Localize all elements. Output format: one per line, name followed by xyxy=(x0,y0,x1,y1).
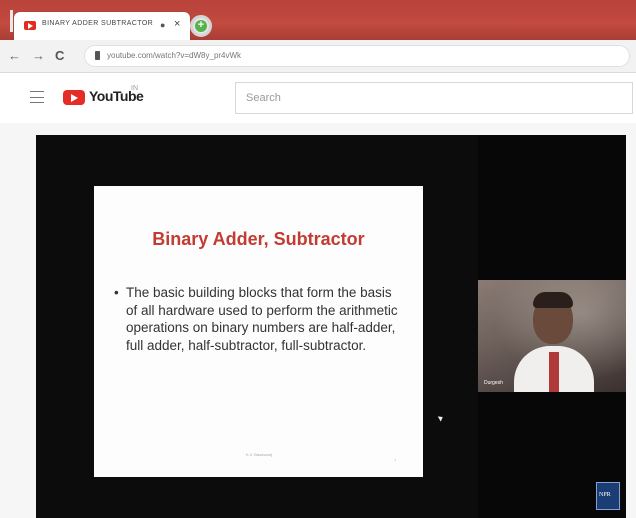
webcam-name-label: Durgesh xyxy=(484,380,503,386)
slide-bullet-text: The basic building blocks that form the … xyxy=(126,285,398,353)
presentation-slide: Binary Adder, Subtractor • The basic bui… xyxy=(94,186,423,477)
browser-toolbar: ← → C youtube.com/watch?v=dW8y_pr4vWk xyxy=(0,40,636,73)
back-arrow-icon[interactable]: ← xyxy=(8,48,21,63)
address-bar[interactable]: youtube.com/watch?v=dW8y_pr4vWk xyxy=(84,45,630,67)
reload-icon[interactable]: C xyxy=(55,48,64,63)
search-input[interactable]: Search xyxy=(235,82,633,114)
channel-logo: NPR xyxy=(596,482,620,510)
lock-icon xyxy=(95,51,100,60)
presenter-tie xyxy=(549,352,559,392)
youtube-favicon-icon xyxy=(24,21,36,30)
audio-dot-icon: ● xyxy=(160,20,166,30)
forward-arrow-icon[interactable]: → xyxy=(32,48,45,63)
browser-tab[interactable]: BINARY ADDER SUBTRACTOR ● × xyxy=(14,12,190,40)
browser-tab-strip: BINARY ADDER SUBTRACTOR ● × + xyxy=(0,0,636,40)
slide-bullet: • The basic building blocks that form th… xyxy=(114,284,406,354)
webcam-overlay: Durgesh xyxy=(478,280,626,392)
search-placeholder: Search xyxy=(246,92,281,104)
youtube-country-code: IN xyxy=(131,85,138,92)
youtube-header: YouTube IN Search xyxy=(0,73,636,123)
youtube-play-icon xyxy=(63,90,85,105)
bullet-marker: • xyxy=(114,285,119,300)
video-player[interactable]: Binary Adder, Subtractor • The basic bui… xyxy=(36,135,626,518)
new-tab-button[interactable]: + xyxy=(190,15,212,37)
slide-number: 1 xyxy=(394,457,397,462)
window-edge xyxy=(10,10,13,32)
slide-footer: K.V. Basavaraj xyxy=(245,452,273,457)
tab-title: BINARY ADDER SUBTRACTOR xyxy=(42,20,154,27)
channel-logo-text: NPR xyxy=(599,492,611,498)
hamburger-menu-icon[interactable] xyxy=(30,91,44,103)
plus-icon: + xyxy=(195,20,207,32)
presenter-hair xyxy=(533,292,573,308)
slide-title: Binary Adder, Subtractor xyxy=(152,229,365,249)
tab-close-icon[interactable]: × xyxy=(174,18,180,30)
url-text[interactable]: youtube.com/watch?v=dW8y_pr4vWk xyxy=(107,51,241,60)
